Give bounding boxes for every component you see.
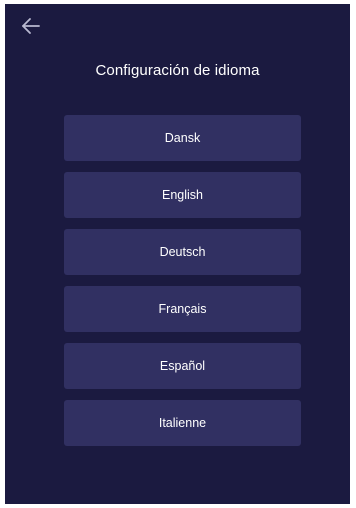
language-option-deutsch[interactable]: Deutsch: [64, 229, 301, 275]
arrow-left-icon: [22, 18, 40, 34]
language-option-francais[interactable]: Français: [64, 286, 301, 332]
language-option-dansk[interactable]: Dansk: [64, 115, 301, 161]
language-list: Dansk English Deutsch Français Español I…: [64, 115, 301, 457]
language-option-italienne[interactable]: Italienne: [64, 400, 301, 446]
language-settings-screen: Configuración de idioma Dansk English De…: [5, 4, 350, 504]
page-title: Configuración de idioma: [95, 62, 260, 79]
language-option-espanol[interactable]: Español: [64, 343, 301, 389]
back-button[interactable]: [19, 14, 43, 38]
language-option-english[interactable]: English: [64, 172, 301, 218]
